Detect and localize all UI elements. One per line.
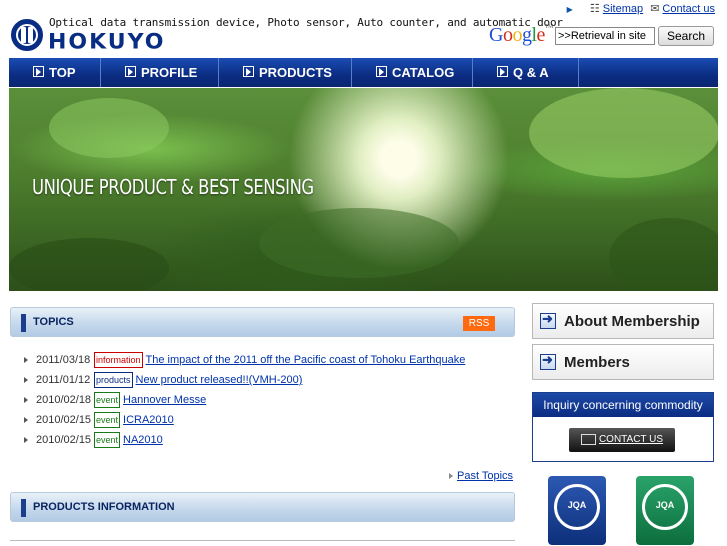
list-item: 2010/02/18 event Hannover Messe <box>24 390 465 410</box>
top-links: ▶ ☷ Sitemap ✉ Contact us <box>567 2 715 15</box>
members-button[interactable]: Members <box>532 344 714 380</box>
topics-title: TOPICS <box>33 316 74 328</box>
triangle-icon <box>24 437 28 443</box>
triangle-icon <box>24 357 28 363</box>
google-logo: GoogleTM <box>489 24 553 46</box>
topics-header: TOPICS <box>10 307 515 337</box>
nav-catalog[interactable]: CATALOG <box>352 58 473 87</box>
tag-badge: event <box>94 432 121 448</box>
site-tagline: Optical data transmission device, Photo … <box>49 16 563 29</box>
contact-us-button[interactable]: CONTACT US <box>569 428 675 452</box>
tag-badge: event <box>94 412 121 428</box>
past-topics: Past Topics <box>449 470 513 482</box>
arrow-right-icon <box>540 311 556 329</box>
list-item: 2011/03/18 information The impact of the… <box>24 350 465 370</box>
triangle-icon <box>24 397 28 403</box>
triangle-icon <box>24 417 28 423</box>
nav-qa[interactable]: Q & A <box>473 58 579 87</box>
hero-slogan: UNIQUE PRODUCT & BEST SENSING <box>32 175 314 199</box>
arrow-box-icon <box>497 66 508 77</box>
tag-badge: information <box>94 352 143 368</box>
list-item: 2011/01/12 products New product released… <box>24 370 465 390</box>
arrow-box-icon <box>33 66 44 77</box>
about-membership-button[interactable]: About Membership <box>532 303 714 339</box>
main-nav: TOP PROFILE PRODUCTS CATALOG Q & A <box>9 58 718 87</box>
topic-link[interactable]: NA2010 <box>123 434 163 446</box>
environmental-certification-icon: JQA <box>636 476 694 545</box>
triangle-icon: ▶ <box>566 5 573 14</box>
arrow-right-icon <box>540 352 556 370</box>
nav-top[interactable]: TOP <box>9 58 101 87</box>
sitemap-link[interactable]: Sitemap <box>603 3 643 15</box>
mail-icon: ✉ <box>650 3 660 15</box>
triangle-icon <box>24 377 28 383</box>
tag-badge: event <box>94 392 121 408</box>
brand-logo-text[interactable]: HOKUYO <box>48 31 166 55</box>
triangle-icon <box>449 473 453 480</box>
rss-button[interactable]: RSS <box>463 316 495 331</box>
products-info-header: PRODUCTS INFORMATION <box>10 492 515 522</box>
topic-link[interactable]: New product released!!(VMH-200) <box>136 374 303 386</box>
envelope-icon <box>580 433 596 445</box>
topic-link[interactable]: Hannover Messe <box>123 394 206 406</box>
quality-certification-icon: JQA <box>548 476 606 545</box>
topics-list: 2011/03/18 information The impact of the… <box>24 350 465 450</box>
hokuyo-logo-icon[interactable] <box>11 19 43 51</box>
arrow-box-icon <box>243 66 254 77</box>
nav-products[interactable]: PRODUCTS <box>219 58 352 87</box>
sitemap-icon: ☷ <box>589 3 600 15</box>
topic-link[interactable]: ICRA2010 <box>123 414 174 426</box>
inquiry-title: Inquiry concerning commodity <box>533 393 713 417</box>
past-topics-link[interactable]: Past Topics <box>457 470 513 482</box>
topic-link[interactable]: The impact of the 2011 off the Pacific c… <box>146 354 466 366</box>
inquiry-box: Inquiry concerning commodity CONTACT US <box>532 392 714 462</box>
arrow-box-icon <box>125 66 136 77</box>
list-item: 2010/02/15 event NA2010 <box>24 430 465 450</box>
nav-profile[interactable]: PROFILE <box>101 58 219 87</box>
products-info-title: PRODUCTS INFORMATION <box>33 501 175 513</box>
search-button[interactable]: Search <box>658 26 714 46</box>
tag-badge: products <box>94 372 133 388</box>
arrow-box-icon <box>376 66 387 77</box>
search-input[interactable] <box>555 27 655 45</box>
list-item: 2010/02/15 event ICRA2010 <box>24 410 465 430</box>
contact-us-link[interactable]: Contact us <box>662 3 715 15</box>
hero-banner: UNIQUE PRODUCT & BEST SENSING <box>9 88 718 291</box>
